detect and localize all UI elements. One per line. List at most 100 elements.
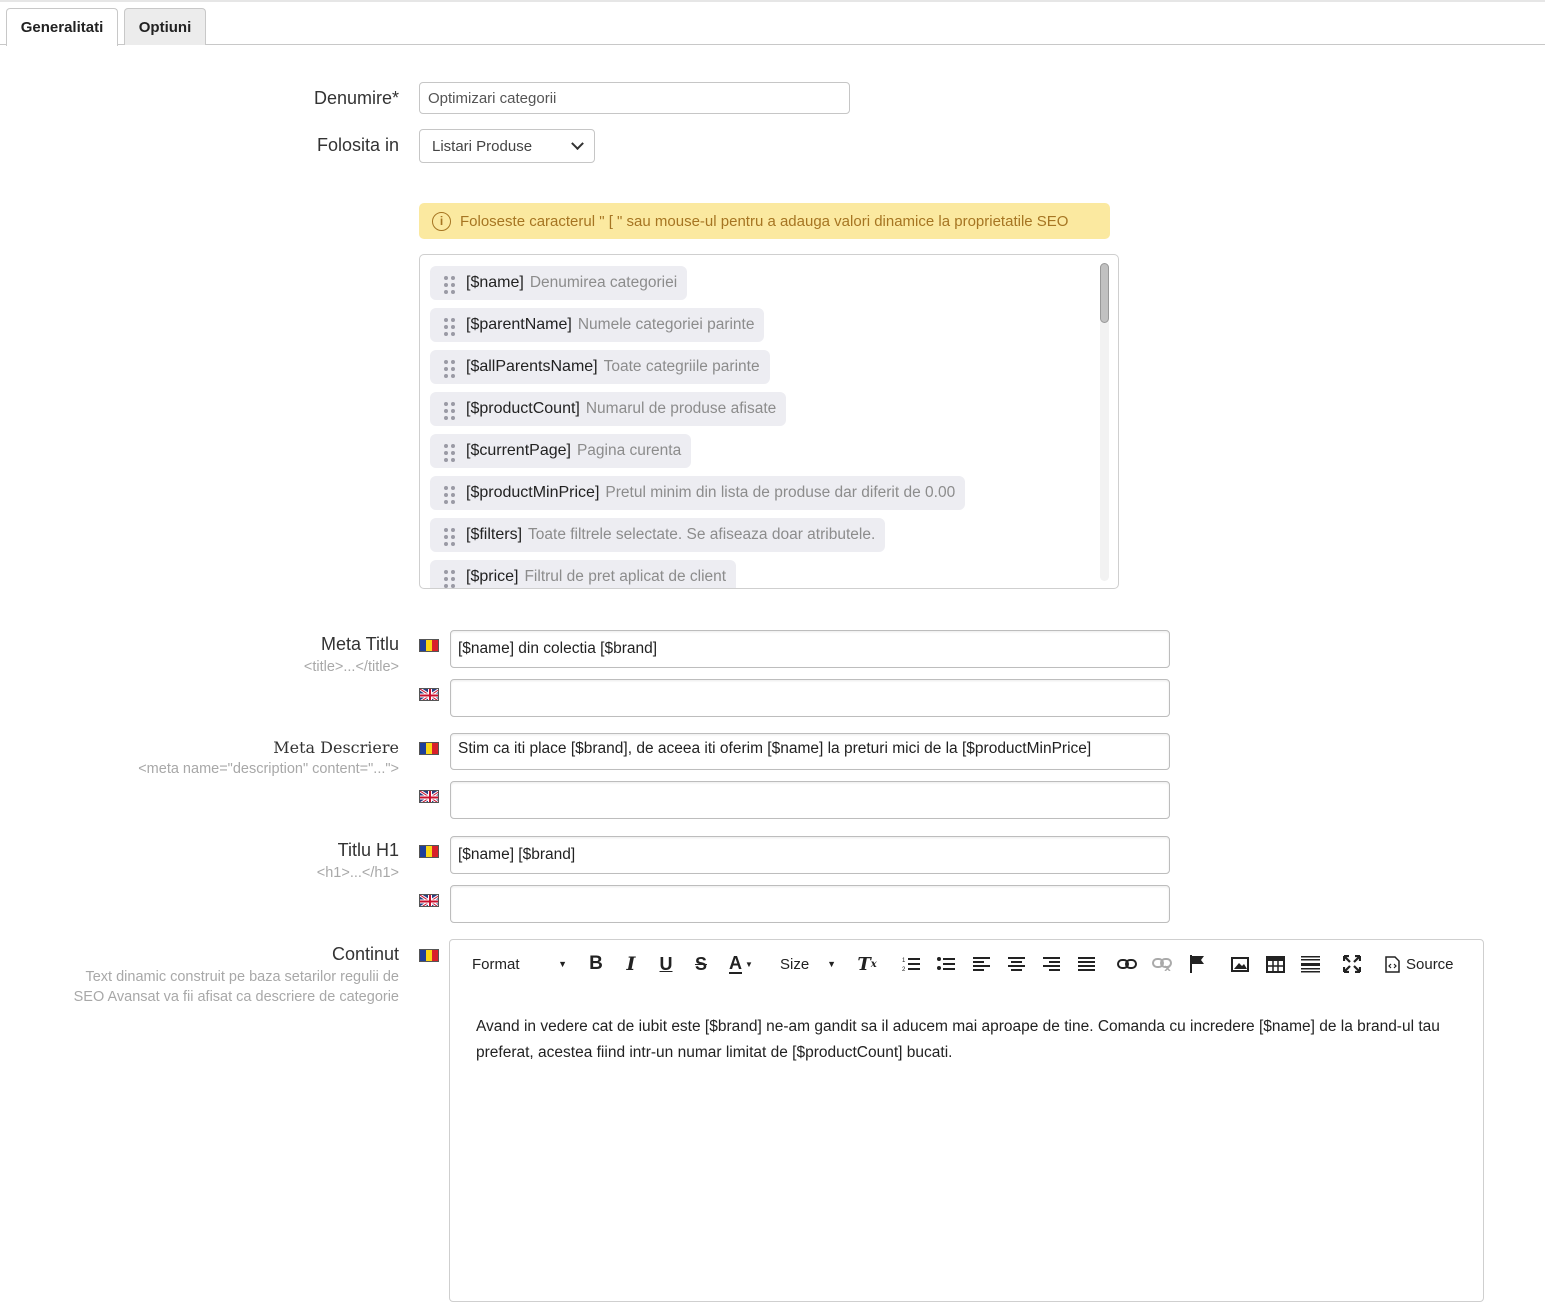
variable-description: Pagina curenta: [576, 442, 682, 459]
h1-title-en-input[interactable]: [450, 885, 1170, 923]
content-hint-line1: Text dinamic construit pe baza setarilor…: [85, 969, 399, 985]
variable-description: Toate categriile parinte: [603, 358, 760, 375]
size-dropdown[interactable]: Size ▼: [780, 952, 836, 976]
meta-title-label: Meta Titlu: [320, 634, 399, 654]
variable-token: [$price]: [466, 568, 519, 585]
variable-description: Toate filtrele selectate. Se afiseaza do…: [528, 526, 876, 543]
align-right-icon[interactable]: [1040, 952, 1062, 976]
drag-handle-icon[interactable]: [444, 485, 455, 504]
meta-description-label: Meta Descriere: [273, 738, 399, 757]
size-label: Size: [780, 955, 810, 973]
meta-title-en-input[interactable]: [450, 679, 1170, 717]
anchor-flag-icon[interactable]: [1186, 952, 1208, 976]
editor-content[interactable]: Avand in vedere cat de iubit este [$bran…: [476, 1014, 1456, 1066]
uk-flag-icon: [419, 790, 439, 803]
used-in-value: Listari Produse: [432, 137, 533, 155]
horizontal-line-icon[interactable]: [1299, 952, 1321, 976]
tab-optiuni[interactable]: Optiuni: [124, 8, 206, 45]
chevron-down-icon: [571, 136, 584, 150]
top-divider: [0, 0, 1545, 2]
dropdown-arrow-icon: ▼: [558, 959, 567, 969]
name-label: Denumire*: [313, 88, 399, 108]
drag-handle-icon[interactable]: [444, 275, 455, 294]
meta-description-hint: <meta name="description" content="...">: [138, 761, 399, 777]
align-center-icon[interactable]: [1005, 952, 1027, 976]
variable-chip[interactable]: [$price] Filtrul de pret aplicat de clie…: [430, 560, 737, 588]
source-icon: [1385, 955, 1400, 973]
meta-description-en-input[interactable]: [450, 781, 1170, 819]
variable-description: Numele categoriei parinte: [577, 316, 755, 333]
variable-token: [$productCount]: [466, 400, 580, 417]
variable-chip[interactable]: [$allParentsName] Toate categriile parin…: [430, 350, 770, 384]
unlink-icon[interactable]: [1151, 952, 1173, 976]
drag-handle-icon[interactable]: [444, 443, 455, 462]
meta-title-ro-input[interactable]: [$name] din colectia [$brand]: [450, 630, 1170, 668]
h1-title-label: Titlu H1: [337, 840, 399, 860]
dynamic-variables-list[interactable]: [$name] Denumirea categoriei [$parentNam…: [419, 254, 1119, 589]
name-input[interactable]: Optimizari categorii: [419, 82, 850, 114]
used-in-label: Folosita in: [316, 135, 399, 155]
image-icon[interactable]: [1229, 952, 1251, 976]
romania-flag-icon: [419, 742, 439, 755]
dropdown-arrow-icon: ▼: [827, 959, 836, 969]
link-icon[interactable]: [1116, 952, 1138, 976]
alert-text: Foloseste caracterul " [ " sau mouse-ul …: [460, 212, 1069, 230]
svg-text:1: 1: [902, 958, 906, 964]
variable-token: [$filters]: [466, 526, 523, 543]
variable-token: [$currentPage]: [466, 442, 571, 459]
align-left-icon[interactable]: [970, 952, 992, 976]
rich-text-editor[interactable]: Format ▼ B I U S A ▼ Size ▼ Tx 12 Source…: [449, 939, 1484, 1302]
drag-handle-icon[interactable]: [444, 359, 455, 378]
variable-chip[interactable]: [$productCount] Numarul de produse afisa…: [430, 392, 787, 426]
info-icon: i: [432, 211, 451, 231]
variable-chip[interactable]: [$parentName] Numele categoriei parinte: [430, 308, 765, 342]
variable-chip[interactable]: [$productMinPrice] Pretul minim din list…: [430, 476, 966, 510]
h1-title-hint: <h1>...</h1>: [316, 865, 399, 881]
strikethrough-icon[interactable]: S: [691, 952, 711, 976]
scrollbar[interactable]: [1100, 263, 1109, 581]
drag-handle-icon[interactable]: [444, 317, 455, 336]
source-button[interactable]: Source: [1385, 952, 1460, 976]
variable-token: [$name]: [466, 274, 524, 291]
underline-icon[interactable]: U: [656, 952, 676, 976]
variable-description: Pretul minim din lista de produse dar di…: [605, 484, 956, 501]
meta-title-hint: <title>...</title>: [303, 659, 399, 675]
info-alert: i Foloseste caracterul " [ " sau mouse-u…: [419, 203, 1110, 239]
variable-chip[interactable]: [$currentPage] Pagina curenta: [430, 434, 692, 468]
source-label: Source: [1406, 955, 1454, 973]
remove-format-icon[interactable]: Tx: [856, 952, 878, 976]
romania-flag-icon: [419, 949, 439, 962]
used-in-select[interactable]: Listari Produse: [419, 129, 595, 163]
h1-title-ro-input[interactable]: [$name] [$brand]: [450, 836, 1170, 874]
variable-token: [$parentName]: [466, 316, 572, 333]
uk-flag-icon: [419, 688, 439, 701]
text-color-icon[interactable]: A ▼: [726, 952, 756, 976]
meta-description-ro-input[interactable]: Stim ca iti place [$brand], de aceea iti…: [450, 733, 1170, 770]
scrollbar-thumb[interactable]: [1100, 263, 1109, 323]
tab-bar: Generalitati Optiuni: [0, 0, 1545, 46]
editor-toolbar: Format ▼ B I U S A ▼ Size ▼ Tx 12 Source: [450, 940, 1483, 988]
variable-chip[interactable]: [$filters] Toate filtrele selectate. Se …: [430, 518, 886, 552]
format-label: Format: [472, 955, 520, 973]
bulleted-list-icon[interactable]: [935, 952, 957, 976]
variable-description: Filtrul de pret aplicat de client: [524, 568, 727, 585]
variable-token: [$productMinPrice]: [466, 484, 600, 501]
italic-icon[interactable]: I: [621, 952, 641, 976]
bold-icon[interactable]: B: [586, 952, 606, 976]
svg-text:2: 2: [902, 967, 906, 972]
format-dropdown[interactable]: Format ▼: [472, 952, 567, 976]
romania-flag-icon: [419, 639, 439, 652]
table-icon[interactable]: [1264, 952, 1286, 976]
variable-chip[interactable]: [$name] Denumirea categoriei: [430, 266, 688, 300]
maximize-icon[interactable]: [1341, 952, 1363, 976]
drag-handle-icon[interactable]: [444, 401, 455, 420]
numbered-list-icon[interactable]: 12: [900, 952, 922, 976]
uk-flag-icon: [419, 894, 439, 907]
variable-description: Numarul de produse afisate: [585, 400, 777, 417]
align-justify-icon[interactable]: [1075, 952, 1097, 976]
variable-description: Denumirea categoriei: [529, 274, 678, 291]
variable-token: [$allParentsName]: [466, 358, 598, 375]
drag-handle-icon[interactable]: [444, 527, 455, 546]
drag-handle-icon[interactable]: [444, 569, 455, 588]
tab-generalitati[interactable]: Generalitati: [6, 8, 118, 46]
